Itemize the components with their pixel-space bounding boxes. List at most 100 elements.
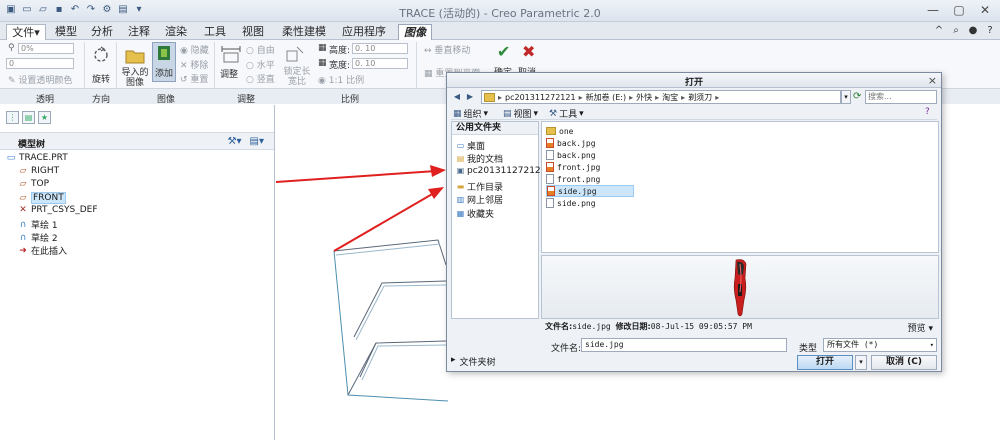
vertical-radio[interactable]: ○ 竖直 [246,72,275,85]
lock-aspect-icon[interactable] [284,43,306,65]
adjust-icon[interactable] [220,43,242,65]
place-computer[interactable]: ▣ pc201311272121 [456,166,547,176]
tab-model[interactable]: 模型 [50,24,82,40]
place-favorites[interactable]: ▦ 收藏夹 [456,207,494,220]
computer-icon: ▣ [456,166,465,175]
tab-folder-browser-icon[interactable]: ▤ [22,111,35,124]
height-input[interactable]: 0. 10 [352,43,408,54]
community-icon[interactable]: ● [967,25,979,37]
tab-render[interactable]: 渲染 [160,24,192,40]
rotate-label: 旋转 [92,75,111,85]
tree-item-sketch-2[interactable]: ∩ 草绘 2 [18,231,58,245]
transparency-input[interactable]: 0 [6,58,74,69]
refresh-icon[interactable]: ⟳ [853,91,861,102]
help-icon[interactable]: ? [984,25,996,37]
tab-file[interactable]: 文件▾ [6,24,46,40]
free-radio[interactable]: ○ 自由 [246,43,275,56]
file-type-select[interactable]: 所有文件 (*) ▾ [823,338,937,352]
file-item[interactable]: back.jpg [546,137,634,149]
add-image-icon [158,46,170,60]
path-field[interactable]: ▸ pc201311272121 ▸ 新加卷 (E:) ▸ 外快 ▸ 淘宝 ▸ … [481,90,841,104]
tree-item-right[interactable]: ▱ RIGHT [18,166,60,176]
group-scale: 比例 [340,95,359,105]
info-file-name: side.jpg [572,322,611,331]
forward-icon[interactable]: ▶ [464,91,476,103]
folder-tree-toggle[interactable]: ▸ 文件夹树 [451,355,496,368]
back-icon[interactable]: ◀ [451,91,463,103]
confirm-icon[interactable]: ✔ [497,42,510,61]
dialog-close-icon[interactable]: × [928,74,937,87]
transparency-combo[interactable]: 0% [18,43,74,54]
tab-annotate[interactable]: 注释 [123,24,155,40]
close-button[interactable]: ✕ [978,3,992,17]
set-transparent-color-button[interactable]: ✎ 设置透明颜色 [8,73,72,86]
tab-applications[interactable]: 应用程序 [336,24,392,40]
tree-item-part[interactable]: ▭ TRACE.PRT [6,153,68,163]
file-item-selected[interactable]: side.jpg [546,185,634,197]
maximize-button[interactable]: ▢ [952,3,966,17]
horizontal-radio[interactable]: ○ 水平 [246,58,275,71]
tree-item-csys[interactable]: ✕ PRT_CSYS_DEF [18,205,97,215]
view-button[interactable]: ▤ 视图 ▾ [503,107,538,121]
breadcrumb-folder-1[interactable]: 外快 [636,92,652,103]
width-input[interactable]: 0. 10 [352,58,408,69]
tree-item-sketch-1[interactable]: ∩ 草绘 1 [18,218,58,232]
tab-model-tree-icon[interactable]: ⋮ [6,111,19,124]
cancel-icon[interactable]: ✖ [522,42,535,61]
open-button[interactable]: 打开 [797,355,853,370]
breadcrumb-computer[interactable]: pc201311272121 [505,93,576,102]
organize-button[interactable]: ▦ 组织 ▾ [453,107,488,121]
tree-item-front[interactable]: ▱ FRONT [18,192,66,204]
tab-favorites-icon[interactable]: ★ [38,111,51,124]
place-working-directory[interactable]: ▬ 工作目录 [456,180,503,193]
collapse-ribbon-icon[interactable]: ^ [933,25,945,37]
cancel-button[interactable]: 取消 (C) [871,355,937,370]
place-my-documents[interactable]: ▤ 我的文档 [456,152,503,165]
sketch-geometry [333,239,449,402]
file-item[interactable]: back.png [546,149,634,161]
path-dropdown-icon[interactable]: ▾ [841,90,851,104]
minimize-button[interactable]: — [926,3,940,17]
add-button[interactable]: 添加 [152,42,176,82]
breadcrumb-folder-2[interactable]: 淘宝 [662,92,678,103]
tab-tools[interactable]: 工具 [199,24,231,40]
rotate-icon[interactable] [90,44,112,66]
tree-show-icon[interactable]: ▤▾ [250,136,264,147]
navigator-tabs: ⋮ ▤ ★ [6,111,51,124]
place-desktop[interactable]: ▭ 桌面 [456,139,485,152]
search-input[interactable]: 搜索... [865,90,937,104]
image-file-icon [546,162,554,172]
place-network[interactable]: ▥ 网上邻居 [456,193,503,206]
ribbon-right-icons: ^ ⌕ ● ? [933,25,996,37]
tab-view[interactable]: 视图 [237,24,269,40]
import-image-icon[interactable] [124,44,146,66]
tree-settings-icon[interactable]: ⚒▾ [228,136,242,147]
filename-input[interactable]: side.jpg [581,338,787,352]
file-icon [546,150,554,160]
ratio-button[interactable]: ◉ 1:1 比例 [318,73,364,86]
tab-analysis[interactable]: 分析 [86,24,118,40]
vertical-move-button[interactable]: ↔ 垂直移动 [424,43,470,56]
tree-item-insert-here[interactable]: ➜ 在此插入 [18,244,67,258]
file-item[interactable]: side.png [546,197,634,209]
remove-button[interactable]: ✕ 移除 [180,58,208,71]
file-item[interactable]: front.jpg [546,161,634,173]
breadcrumb-folder-3[interactable]: 剃须刀 [688,92,712,103]
tree-item-top[interactable]: ▱ TOP [18,179,49,189]
tab-image[interactable]: 图像 [398,24,432,40]
working-dir-icon: ▬ [456,181,465,191]
help-icon[interactable]: ? [925,107,930,117]
preview-toggle[interactable]: 预览 ▾ [908,321,933,334]
reset-button[interactable]: ↺ 重置 [180,72,208,85]
chevron-down-icon: ▾ [929,341,934,349]
hide-button[interactable]: ◉ 隐藏 [180,43,209,56]
tools-button[interactable]: ⚒ 工具 ▾ [549,107,584,121]
open-options-dropdown[interactable]: ▾ [855,355,867,370]
search-icon[interactable]: ⌕ [950,25,962,37]
tab-flexible-modeling[interactable]: 柔性建模 [275,24,333,40]
import-image-label[interactable]: 导入的图像 [120,68,150,88]
breadcrumb-drive[interactable]: 新加卷 (E:) [586,92,627,103]
expand-arrow-icon: ▸ [451,355,456,365]
file-item[interactable]: front.png [546,173,634,185]
file-item[interactable]: one [546,125,634,137]
